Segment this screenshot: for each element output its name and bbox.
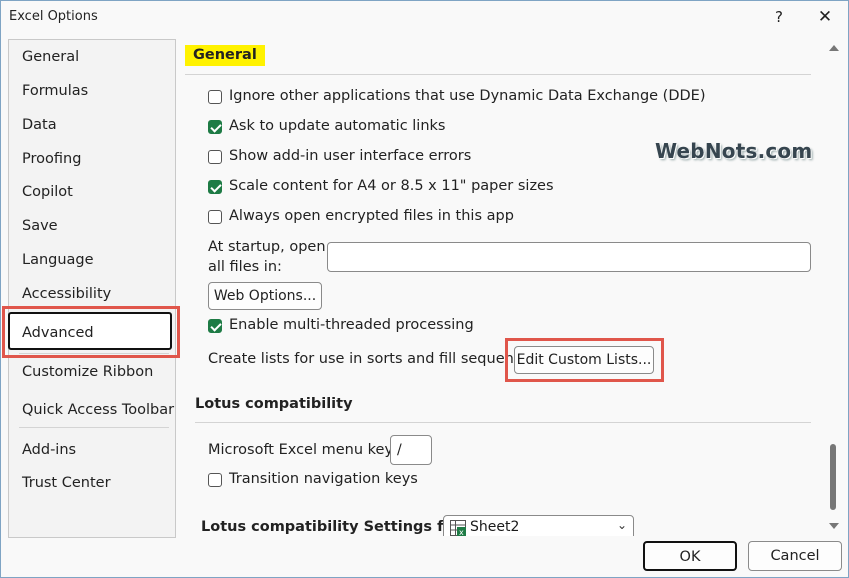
sidebar-item-customize-ribbon[interactable]: Customize Ribbon xyxy=(9,357,175,387)
sidebar-item-accessibility[interactable]: Accessibility xyxy=(9,279,175,309)
lotus-sheet-value: Sheet2 xyxy=(470,519,520,535)
sidebar-item-label: Data xyxy=(22,117,57,133)
startup-label-line1: At startup, open xyxy=(208,239,326,255)
section-divider xyxy=(185,74,811,75)
checkbox-update-links[interactable] xyxy=(208,120,222,134)
section-divider xyxy=(195,422,811,423)
sidebar-item-formulas[interactable]: Formulas xyxy=(9,76,175,106)
sidebar-item-add-ins[interactable]: Add-ins xyxy=(9,435,175,465)
menu-key-label: Microsoft Excel menu key: xyxy=(208,442,397,458)
option-label-open-encrypted: Always open encrypted files in this app xyxy=(229,208,514,224)
annotation-highlight-edit-custom-lists xyxy=(505,338,664,382)
cancel-button[interactable]: Cancel xyxy=(748,541,842,571)
web-options-button[interactable]: Web Options... xyxy=(208,282,322,310)
close-button[interactable]: ✕ xyxy=(811,5,839,29)
sidebar-item-label: Language xyxy=(22,252,94,268)
checkbox-transition-nav-keys[interactable] xyxy=(208,473,222,487)
option-label-multithreaded: Enable multi-threaded processing xyxy=(229,317,474,333)
option-label-ignore-dde: Ignore other applications that use Dynam… xyxy=(229,88,706,104)
sidebar-item-label: Customize Ribbon xyxy=(22,364,154,380)
option-label-update-links: Ask to update automatic links xyxy=(229,118,446,134)
startup-folder-input[interactable] xyxy=(327,242,811,272)
excel-sheet-icon: x xyxy=(450,520,466,536)
custom-lists-label: Create lists for use in sorts and fill s… xyxy=(208,351,544,367)
sidebar-divider xyxy=(19,427,169,428)
option-label-addin-errors: Show add-in user interface errors xyxy=(229,148,472,164)
section-heading-general: General xyxy=(185,45,265,66)
checkbox-scale-content[interactable] xyxy=(208,180,222,194)
category-sidebar: General Formulas Data Proofing Copilot S… xyxy=(8,39,176,538)
checkbox-multithreaded[interactable] xyxy=(208,319,222,333)
title-bar: Excel Options ? ✕ xyxy=(1,1,848,33)
lotus-sheet-select[interactable]: x Sheet2 ⌄ xyxy=(443,515,634,536)
chevron-down-icon: ⌄ xyxy=(616,518,627,532)
sidebar-item-proofing[interactable]: Proofing xyxy=(9,144,175,174)
sidebar-item-label: Accessibility xyxy=(22,286,112,302)
vertical-scrollbar[interactable] xyxy=(827,39,841,536)
sidebar-item-save[interactable]: Save xyxy=(9,211,175,241)
help-button[interactable]: ? xyxy=(765,5,793,29)
sidebar-item-trust-center[interactable]: Trust Center xyxy=(9,468,175,498)
sidebar-item-copilot[interactable]: Copilot xyxy=(9,177,175,207)
checkbox-addin-errors[interactable] xyxy=(208,150,222,164)
option-label-scale-content: Scale content for A4 or 8.5 x 11" paper … xyxy=(229,178,554,194)
svg-text:x: x xyxy=(459,528,464,536)
sidebar-item-label: General xyxy=(22,49,80,65)
checkbox-ignore-dde[interactable] xyxy=(208,90,222,104)
scroll-up-icon[interactable] xyxy=(829,45,839,51)
scroll-down-icon[interactable] xyxy=(829,523,839,529)
dialog-title: Excel Options xyxy=(9,9,98,24)
sidebar-item-label: Copilot xyxy=(22,184,73,200)
sidebar-item-language[interactable]: Language xyxy=(9,245,175,275)
sidebar-item-label: Proofing xyxy=(22,151,82,167)
section-heading-lotus: Lotus compatibility xyxy=(195,396,353,412)
scrollbar-thumb[interactable] xyxy=(830,444,836,510)
startup-label-line2: all files in: xyxy=(208,259,282,275)
menu-key-input[interactable]: / xyxy=(390,435,432,465)
options-panel: General Ignore other applications that u… xyxy=(185,39,827,536)
ok-button[interactable]: OK xyxy=(643,541,737,571)
annotation-highlight-advanced xyxy=(2,306,180,358)
sidebar-item-label: Quick Access Toolbar xyxy=(22,402,175,418)
sidebar-item-label: Save xyxy=(22,218,58,234)
excel-options-dialog: Excel Options ? ✕ General Formulas Data … xyxy=(0,0,849,578)
sidebar-item-quick-access-toolbar[interactable]: Quick Access Toolbar xyxy=(9,395,175,425)
option-label-transition-nav-keys: Transition navigation keys xyxy=(229,471,418,487)
sidebar-item-label: Add-ins xyxy=(22,442,77,458)
webnots-watermark: WebNots.com xyxy=(655,139,813,163)
lotus-settings-label: Lotus compatibility Settings for: xyxy=(201,519,467,535)
sidebar-item-data[interactable]: Data xyxy=(9,110,175,140)
sidebar-item-general[interactable]: General xyxy=(9,42,175,72)
checkbox-open-encrypted[interactable] xyxy=(208,210,222,224)
sidebar-item-label: Trust Center xyxy=(22,475,111,491)
sidebar-item-label: Formulas xyxy=(22,83,89,99)
